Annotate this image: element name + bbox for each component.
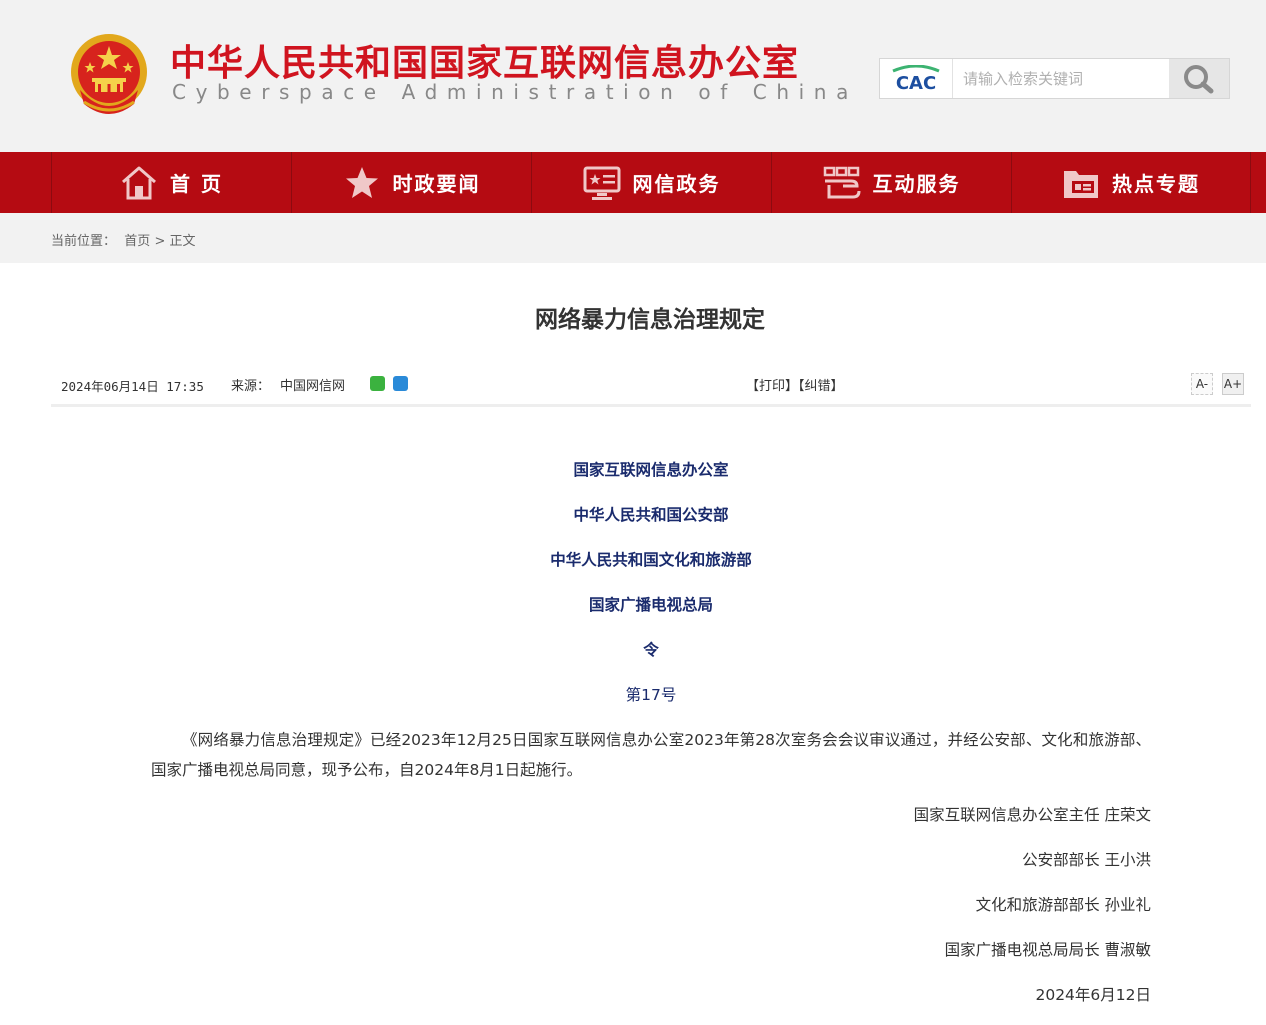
cac-logo-icon: CAC [892, 64, 940, 93]
site-title[interactable]: 中华人民共和国国家互联网信息办公室 [170, 34, 799, 86]
body-paragraph: 《网络暴力信息治理规定》已经2023年12月25日国家互联网信息办公室2023年… [151, 731, 1151, 779]
font-larger-button[interactable]: A+ [1222, 373, 1244, 395]
nav-item-government-affairs[interactable]: 网信政务 [531, 152, 771, 213]
search-button[interactable] [1169, 59, 1229, 98]
breadcrumb-separator: > [154, 234, 166, 249]
issuer-4: 国家广播电视总局 [588, 596, 713, 614]
article-body: 国家互联网信息办公室 中华人民共和国公安部 中华人民共和国文化和旅游部 国家广播… [151, 455, 1151, 1025]
issuer-1: 国家互联网信息办公室 [573, 461, 729, 479]
source-name: 中国网信网 [280, 379, 346, 394]
svg-text:CAC: CAC [896, 73, 936, 93]
signatory-1: 国家互联网信息办公室主任 庄荣文 [913, 806, 1151, 824]
issuer-3: 中华人民共和国文化和旅游部 [550, 551, 752, 569]
issuer-2: 中华人民共和国公安部 [573, 506, 729, 524]
nav-item-hot-topics[interactable]: 热点专题 [1011, 152, 1251, 213]
nav-item-home[interactable]: 首 页 [51, 152, 291, 213]
wechat-share-icon[interactable] [370, 376, 385, 391]
star-icon [345, 166, 378, 198]
print-link[interactable]: 【打印】 [746, 379, 798, 394]
nav-label-government-affairs: 网信政务 [632, 172, 721, 196]
breadcrumb-home-link[interactable]: 首页 [124, 234, 150, 249]
nav-label-news: 时政要闻 [392, 172, 481, 196]
qzone-share-icon[interactable] [393, 376, 408, 391]
home-icon [122, 166, 157, 199]
handshake-icon [823, 166, 860, 198]
search-box: CAC [879, 58, 1230, 99]
signatory-2: 公安部部长 王小洪 [1022, 851, 1151, 869]
source-label: 来源： [231, 379, 271, 394]
search-icon [1184, 64, 1214, 93]
cac-logo[interactable]: CAC [880, 59, 953, 98]
breadcrumb: 当前位置： 首页 > 正文 [0, 213, 1266, 263]
report-error-link[interactable]: 【纠错】 [798, 379, 844, 394]
site-header: 中华人民共和国国家互联网信息办公室 Cyberspace Administrat… [0, 0, 1266, 152]
breadcrumb-current: 正文 [169, 234, 196, 249]
order-number: 第17号 [625, 686, 677, 704]
publish-date: 2024年06月14日 17:35 [61, 379, 204, 394]
breadcrumb-prefix: 当前位置： [51, 234, 117, 249]
search-input[interactable] [953, 59, 1169, 98]
article-tools: 【打印】【纠错】 [746, 375, 844, 394]
breadcrumb-trail: 当前位置： 首页 > 正文 [51, 230, 196, 249]
site-subtitle: Cyberspace Administration of China [172, 80, 858, 104]
nav-label-home: 首 页 [170, 172, 223, 196]
signatory-4: 国家广播电视总局局长 曹淑敏 [944, 941, 1151, 959]
national-emblem-icon[interactable] [68, 32, 150, 118]
order-label: 令 [643, 641, 659, 659]
folder-icon [1064, 170, 1098, 198]
monitor-icon [583, 166, 620, 200]
signatory-3: 文化和旅游部部长 孙业礼 [975, 896, 1151, 914]
nav-item-news[interactable]: 时政要闻 [291, 152, 531, 213]
nav-label-hot-topics: 热点专题 [1112, 172, 1200, 196]
article-title: 网络暴力信息治理规定 [535, 307, 765, 333]
sign-date: 2024年6月12日 [1035, 986, 1151, 1004]
main-nav: 首 页 时政要闻 网信政务 互动服务 热点专题 [0, 152, 1266, 213]
nav-label-interactive-services: 互动服务 [872, 172, 961, 196]
nav-item-interactive-services[interactable]: 互动服务 [771, 152, 1011, 213]
font-smaller-button[interactable]: A- [1191, 373, 1213, 395]
article-meta-bar: 2024年06月14日 17:35 来源： 中国网信网 【打印】【纠错】 A- … [51, 370, 1251, 407]
